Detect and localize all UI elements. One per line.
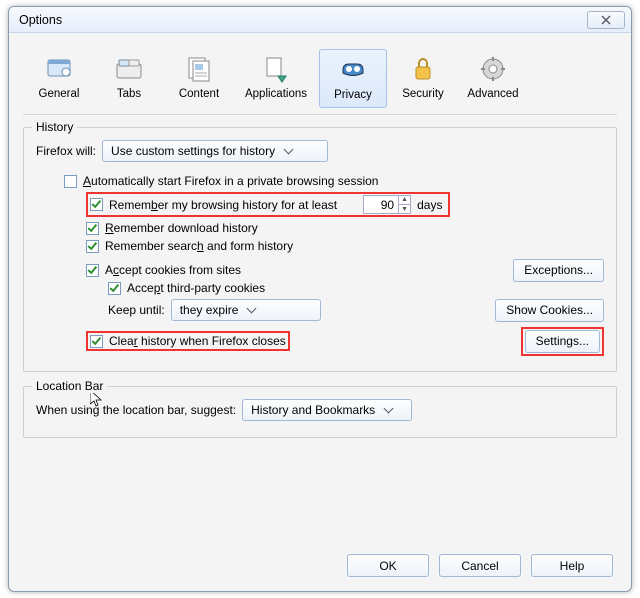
window-title: Options xyxy=(19,13,583,27)
tab-security[interactable]: Security xyxy=(389,49,457,108)
category-toolbar: General Tabs Content Applications xyxy=(23,43,617,115)
tab-general[interactable]: General xyxy=(25,49,93,108)
remember-download-checkbox[interactable] xyxy=(86,222,99,235)
dialog-footer: OK Cancel Help xyxy=(347,554,613,577)
spinner-up[interactable]: ▲ xyxy=(399,196,410,205)
applications-icon xyxy=(260,53,292,85)
remember-browsing-checkbox[interactable] xyxy=(90,198,103,211)
accept-cookies-checkbox[interactable] xyxy=(86,264,99,277)
keep-until-dropdown[interactable]: they expire xyxy=(171,299,321,321)
options-window: Options General Tabs Con xyxy=(8,6,632,592)
tab-tabs[interactable]: Tabs xyxy=(95,49,163,108)
days-unit: days xyxy=(417,198,442,212)
remember-search-label: Remember search and form history xyxy=(105,239,293,253)
suggest-dropdown[interactable]: History and Bookmarks xyxy=(242,399,412,421)
suggest-label: When using the location bar, suggest: xyxy=(36,403,236,417)
show-cookies-button[interactable]: Show Cookies... xyxy=(495,299,604,322)
days-input[interactable] xyxy=(364,198,398,212)
tab-applications[interactable]: Applications xyxy=(235,49,317,108)
settings-button[interactable]: Settings... xyxy=(525,330,600,353)
history-legend: History xyxy=(32,120,77,134)
highlight-settings-btn: Settings... xyxy=(521,327,604,356)
close-button[interactable] xyxy=(587,11,625,29)
tabs-icon xyxy=(113,53,145,85)
content-area: General Tabs Content Applications xyxy=(9,33,631,450)
security-icon xyxy=(407,53,439,85)
tab-advanced[interactable]: Advanced xyxy=(459,49,527,108)
tab-privacy[interactable]: Privacy xyxy=(319,49,387,108)
keep-until-label: Keep until: xyxy=(108,303,165,317)
highlight-remember-browsing: Remember my browsing history for at leas… xyxy=(86,192,450,217)
ok-button[interactable]: OK xyxy=(347,554,429,577)
remember-search-checkbox[interactable] xyxy=(86,240,99,253)
chevron-down-icon xyxy=(384,404,394,414)
highlight-clear-on-close: Clear history when Firefox closes xyxy=(86,331,290,351)
firefox-will-label: Firefox will: xyxy=(36,144,96,158)
remember-browsing-row: Remember my browsing history for at leas… xyxy=(36,192,604,217)
auto-private-row: Automatically start Firefox in a private… xyxy=(36,174,604,188)
firefox-will-dropdown[interactable]: Use custom settings for history xyxy=(102,140,328,162)
days-spinner[interactable]: ▲▼ xyxy=(363,195,411,214)
exceptions-button[interactable]: Exceptions... xyxy=(513,259,604,282)
content-icon xyxy=(183,53,215,85)
remember-browsing-label: Remember my browsing history for at leas… xyxy=(109,198,337,212)
clear-on-close-label: Clear history when Firefox closes xyxy=(109,334,286,348)
history-group: History Firefox will: Use custom setting… xyxy=(23,127,617,372)
clear-on-close-checkbox[interactable] xyxy=(90,335,103,348)
accept-thirdparty-checkbox[interactable] xyxy=(108,282,121,295)
locationbar-group: Location Bar When using the location bar… xyxy=(23,386,617,438)
accept-thirdparty-label: Accept third-party cookies xyxy=(127,281,265,295)
remember-download-label: Remember download history xyxy=(105,221,258,235)
general-icon xyxy=(43,53,75,85)
help-button[interactable]: Help xyxy=(531,554,613,577)
firefox-will-row: Firefox will: Use custom settings for hi… xyxy=(36,140,604,162)
locationbar-legend: Location Bar xyxy=(32,379,107,393)
titlebar: Options xyxy=(9,7,631,33)
auto-private-label: Automatically start Firefox in a private… xyxy=(83,174,378,188)
chevron-down-icon xyxy=(247,304,257,314)
privacy-icon xyxy=(337,54,369,86)
accept-cookies-label: Accept cookies from sites xyxy=(105,263,241,277)
spinner-down[interactable]: ▼ xyxy=(399,205,410,214)
tab-content[interactable]: Content xyxy=(165,49,233,108)
chevron-down-icon xyxy=(284,145,294,155)
close-icon xyxy=(601,15,611,25)
cancel-button[interactable]: Cancel xyxy=(439,554,521,577)
advanced-icon xyxy=(477,53,509,85)
auto-private-checkbox[interactable] xyxy=(64,175,77,188)
